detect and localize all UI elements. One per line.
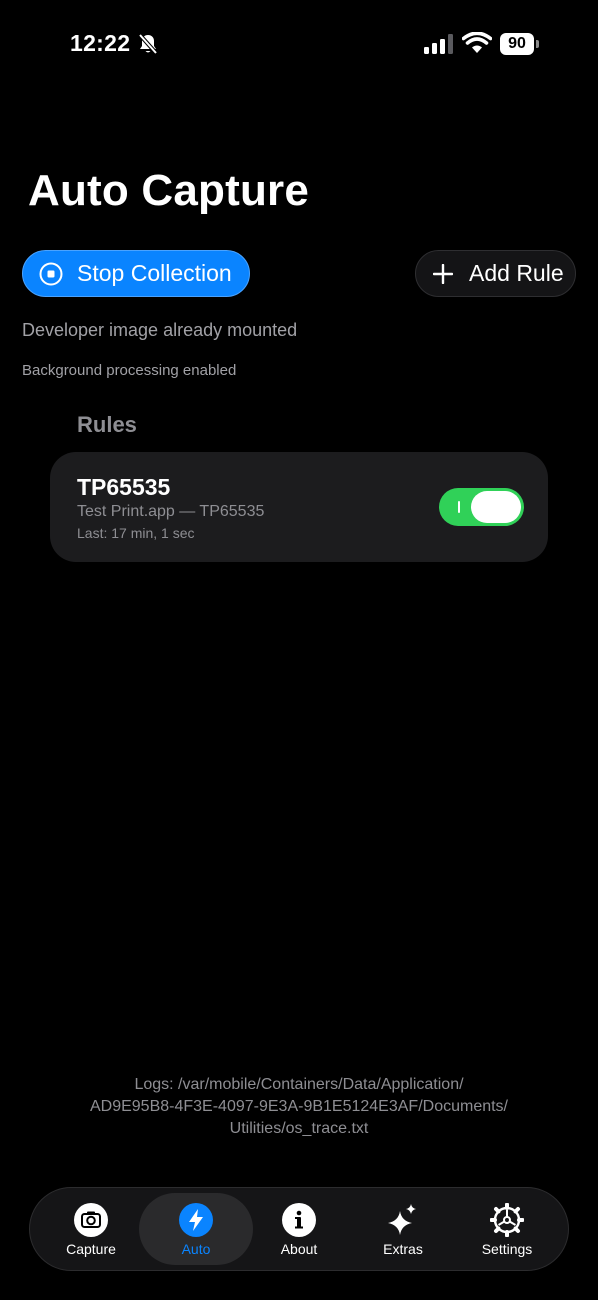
tab-bar: Capture Auto About Extras Settings <box>29 1187 569 1271</box>
status-time: 12:22 <box>70 30 131 56</box>
toggle-on-mark <box>458 501 460 513</box>
stop-collection-button[interactable]: Stop Collection <box>22 250 250 297</box>
logs-path-line-2: AD9E95B8-4F3E-4097-9E3A-9B1E5124E3AF/Doc… <box>89 1098 508 1115</box>
tab-auto-label: Auto <box>181 1241 211 1257</box>
add-rule-button[interactable]: Add Rule <box>415 250 576 297</box>
wifi-icon <box>462 32 492 53</box>
stop-circle-icon <box>39 262 63 285</box>
stop-collection-label: Stop Collection <box>77 260 232 286</box>
logs-path-line-1: Logs: /var/mobile/Containers/Data/Applic… <box>134 1076 464 1093</box>
add-rule-label: Add Rule <box>469 260 564 286</box>
developer-image-status: Developer image already mounted <box>22 320 298 340</box>
tab-extras[interactable]: Extras <box>362 1188 444 1270</box>
tab-about-label: About <box>280 1241 318 1257</box>
tab-capture-label: Capture <box>66 1241 116 1257</box>
toggle-knob <box>471 491 521 523</box>
tab-settings-label: Settings <box>481 1241 533 1257</box>
background-processing-status: Background processing enabled <box>22 362 237 379</box>
bolt-icon <box>179 1203 213 1237</box>
gear-icon <box>490 1203 524 1237</box>
tab-capture[interactable]: Capture <box>50 1188 132 1270</box>
rules-section-header: Rules <box>77 412 137 437</box>
battery-level: 90 <box>500 33 534 55</box>
plus-icon <box>433 263 453 284</box>
tab-auto[interactable]: Auto <box>154 1188 238 1270</box>
info-icon <box>282 1203 316 1237</box>
cellular-signal-icon <box>424 34 453 54</box>
page-title: Auto Capture <box>28 166 310 215</box>
rule-name: TP65535 <box>77 474 171 500</box>
rule-enabled-toggle[interactable] <box>439 488 524 526</box>
tab-about[interactable]: About <box>258 1188 340 1270</box>
camera-icon <box>74 1203 108 1237</box>
rule-last-run: Last: 17 min, 1 sec <box>77 525 195 541</box>
rule-card[interactable]: TP65535 Test Print.app — TP65535 Last: 1… <box>50 452 548 562</box>
logs-path-line-3: Utilities/os_trace.txt <box>229 1120 369 1137</box>
battery-indicator: 90 <box>500 33 539 55</box>
status-bar: 12:22 90 <box>0 0 598 90</box>
tab-extras-label: Extras <box>383 1241 423 1257</box>
rule-subtitle: Test Print.app — TP65535 <box>77 503 265 520</box>
bell-slash-icon <box>138 33 158 55</box>
logs-path: Logs: /var/mobile/Containers/Data/Applic… <box>0 1074 598 1140</box>
sparkles-icon <box>388 1204 416 1235</box>
tab-settings[interactable]: Settings <box>466 1188 548 1270</box>
battery-tip <box>536 40 539 48</box>
